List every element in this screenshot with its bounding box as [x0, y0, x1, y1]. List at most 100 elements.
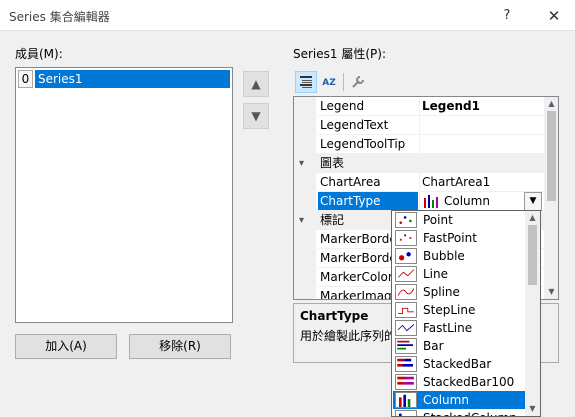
properties-label: Series1 屬性(P):	[293, 47, 386, 61]
fastpoint-chart-icon	[395, 230, 417, 246]
remove-button[interactable]: 移除(R)	[129, 334, 231, 359]
list-item[interactable]: Point	[393, 211, 525, 229]
list-item[interactable]: Column	[393, 391, 525, 409]
property-row-legendtext[interactable]: LegendText	[294, 116, 544, 135]
stackedbar100-chart-icon	[395, 374, 417, 390]
property-pages-button[interactable]	[347, 71, 369, 93]
title-bar: Series 集合編輯器 ? ✕	[0, 0, 575, 31]
property-value[interactable]	[419, 116, 544, 135]
item-label: StackedColumn	[423, 409, 517, 416]
scroll-down-icon[interactable]: ▼	[525, 402, 540, 416]
scroll-up-icon[interactable]: ▲	[525, 211, 540, 225]
item-label: Bubble	[423, 249, 465, 263]
property-name[interactable]: ChartArea	[318, 173, 418, 192]
category-label: 標記	[320, 213, 345, 227]
list-item[interactable]: StepLine	[393, 301, 525, 319]
property-value[interactable]: Legend1	[419, 97, 544, 116]
scroll-up-icon[interactable]: ▲	[544, 97, 558, 111]
help-button[interactable]: ?	[496, 5, 518, 27]
bubble-chart-icon	[395, 248, 417, 264]
list-item[interactable]: StackedColumn	[393, 409, 525, 416]
chevron-down-icon: ▼	[529, 196, 537, 206]
categorized-button[interactable]	[295, 71, 317, 93]
scroll-thumb[interactable]	[528, 225, 537, 285]
property-name[interactable]: ChartType	[318, 192, 418, 211]
grid-scrollbar[interactable]: ▲ ▼	[544, 97, 558, 299]
categorized-icon	[300, 76, 312, 88]
list-item[interactable]: StackedBar100	[393, 373, 525, 391]
item-label: StackedBar	[423, 357, 492, 371]
dropdown-arrow-button[interactable]: ▼	[524, 192, 542, 211]
stepline-chart-icon	[395, 302, 417, 318]
chevron-down-icon[interactable]: ▾	[299, 211, 304, 230]
item-label: FastPoint	[423, 231, 477, 245]
charttype-dropdown-list[interactable]: Point FastPoint Bubble Line Spline StepL…	[391, 210, 541, 417]
property-name[interactable]: LegendToolTip	[318, 135, 418, 154]
property-name[interactable]: LegendText	[318, 116, 418, 135]
list-item[interactable]: StackedBar	[393, 355, 525, 373]
scroll-down-icon[interactable]: ▼	[544, 285, 558, 299]
list-item[interactable]: FastPoint	[393, 229, 525, 247]
property-value[interactable]: ChartArea1	[419, 173, 544, 192]
close-button[interactable]: ✕	[543, 5, 565, 27]
list-item[interactable]: Line	[393, 265, 525, 283]
row-gutter	[294, 116, 316, 135]
row-gutter	[294, 135, 316, 154]
property-row-legend[interactable]: Legend Legend1	[294, 97, 544, 116]
spline-chart-icon	[395, 284, 417, 300]
point-chart-icon	[395, 212, 417, 228]
line-chart-icon	[395, 266, 417, 282]
item-label: Spline	[423, 285, 460, 299]
add-button[interactable]: 加入(A)	[15, 334, 117, 359]
stackedbar-chart-icon	[395, 356, 417, 372]
move-up-button[interactable]: ▲	[243, 71, 269, 97]
property-value[interactable]	[419, 135, 544, 154]
item-label: StackedBar100	[423, 375, 515, 389]
list-item[interactable]: Bubble	[393, 247, 525, 265]
chevron-down-icon[interactable]: ▾	[299, 154, 304, 173]
charttype-value: Column	[444, 194, 490, 208]
move-down-button[interactable]: ▼	[243, 103, 269, 129]
item-label: Line	[423, 267, 449, 281]
item-label: Column	[423, 393, 469, 407]
member-index: 0	[18, 70, 33, 88]
category-chart[interactable]: ▾ 圖表	[294, 154, 544, 173]
row-gutter	[294, 97, 316, 116]
property-name[interactable]: Legend	[318, 97, 418, 116]
property-row-chartarea[interactable]: ChartArea ChartArea1	[294, 173, 544, 192]
arrow-down-icon: ▼	[251, 109, 261, 123]
wrench-icon	[352, 76, 364, 88]
property-row-legendtooltip[interactable]: LegendToolTip	[294, 135, 544, 154]
description-text: 用於繪製此序列的	[300, 329, 397, 343]
sort-az-icon: AZ	[322, 78, 336, 88]
list-item[interactable]: FastLine	[393, 319, 525, 337]
description-title: ChartType	[300, 309, 369, 323]
item-label: StepLine	[423, 303, 476, 317]
fastline-chart-icon	[395, 320, 417, 336]
row-gutter	[294, 249, 316, 268]
item-label: Bar	[423, 339, 444, 353]
row-gutter	[294, 173, 316, 192]
stackedcolumn-chart-icon	[395, 410, 417, 416]
row-gutter	[294, 268, 316, 287]
toolbar-separator	[343, 73, 344, 91]
list-item[interactable]: 0 Series1	[18, 70, 230, 88]
column-chart-icon	[395, 392, 417, 408]
row-gutter	[294, 287, 316, 299]
column-chart-icon	[424, 195, 438, 208]
list-item[interactable]: Bar	[393, 337, 525, 355]
scroll-thumb[interactable]	[547, 111, 556, 201]
item-label: Point	[423, 213, 453, 227]
members-list[interactable]: 0 Series1	[15, 67, 233, 323]
list-item[interactable]: Spline	[393, 283, 525, 301]
row-gutter	[294, 192, 316, 211]
row-gutter	[294, 230, 316, 249]
dropdown-scrollbar[interactable]: ▲ ▼	[525, 211, 540, 416]
property-row-charttype[interactable]: ChartType Column ▼	[294, 192, 544, 211]
category-label: 圖表	[320, 156, 345, 170]
alphabetical-button[interactable]: AZ	[318, 71, 340, 93]
arrow-up-icon: ▲	[251, 77, 261, 91]
item-label: FastLine	[423, 321, 473, 335]
window-title: Series 集合編輯器	[9, 10, 110, 24]
member-name[interactable]: Series1	[35, 70, 230, 88]
